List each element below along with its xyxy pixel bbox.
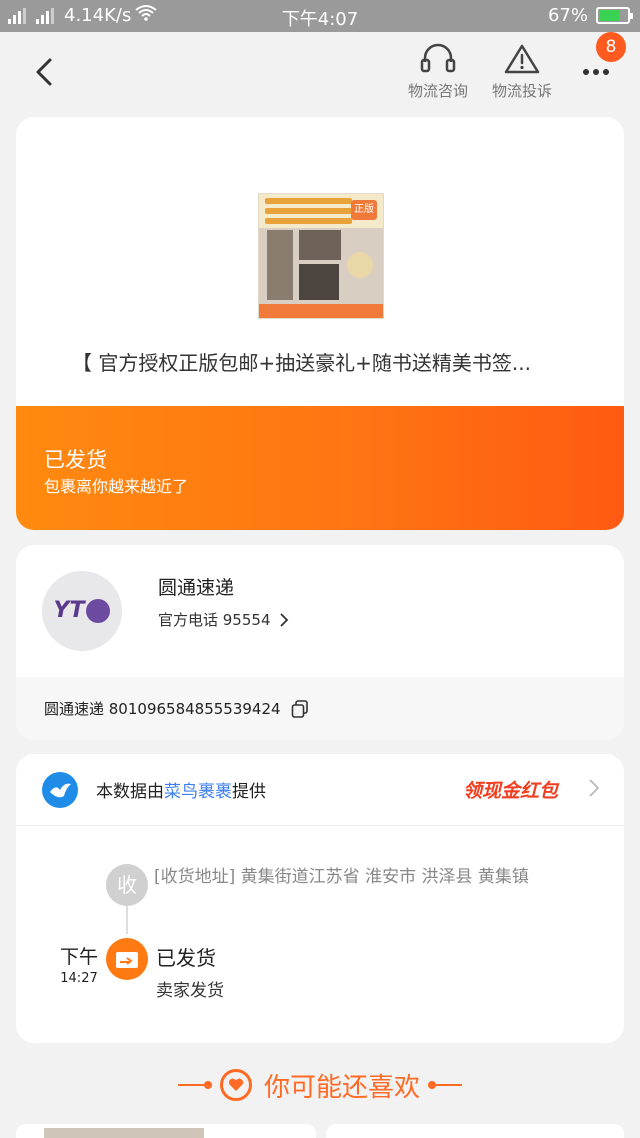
cash-redpacket-link[interactable]: 领现金红包	[463, 776, 558, 803]
battery-percent: 67%	[547, 5, 588, 26]
event-title: 已发货	[156, 946, 216, 970]
divider	[428, 1081, 462, 1089]
recommend-item[interactable]	[16, 1124, 316, 1138]
tracking-card: 本数据由 菜鸟裹裹 提供 领现金红包 收 [收货地址] 黄集街道江苏省 淮安市 洪泽…	[16, 754, 624, 1043]
headset-icon	[420, 43, 456, 73]
product-thumbnail[interactable]: 正版	[258, 193, 384, 319]
more-button[interactable]	[578, 56, 622, 96]
shipment-status: 已发货	[44, 448, 107, 472]
data-source-suffix: 提供	[232, 782, 266, 802]
shipment-status-banner: 已发货 包裹离你越来越近了	[16, 406, 624, 530]
logistics-complaint-button[interactable]: 物流投诉	[482, 42, 562, 101]
product-card[interactable]: 正版 【 官方授权正版包邮+抽送豪礼+随书送精美书签... 已发货 包裹离你越来…	[16, 117, 624, 530]
shipped-node	[106, 938, 148, 980]
battery-icon	[596, 7, 633, 24]
recommend-title: 你可能还喜欢	[263, 1072, 420, 1103]
receive-node: 收	[106, 864, 148, 906]
event-desc: 卖家发货	[156, 981, 224, 1001]
divider	[177, 1081, 212, 1089]
warning-icon	[504, 44, 540, 74]
notification-badge: 8	[596, 32, 626, 62]
copy-icon[interactable]	[291, 699, 309, 718]
status-bar: 4.14K/s 下午4:07 67%	[0, 0, 640, 32]
clock: 下午4:07	[281, 9, 359, 30]
more-dots-icon	[583, 69, 609, 75]
chevron-left-icon	[36, 58, 52, 86]
shipment-desc: 包裹离你越来越近了	[44, 477, 189, 496]
chevron-right-icon	[279, 612, 288, 627]
receive-address: [收货地址] 黄集街道江苏省 淮安市 洪泽县 黄集镇	[154, 867, 529, 887]
recommend-item[interactable]	[326, 1124, 624, 1138]
logistics-consult-button[interactable]: 物流咨询	[398, 42, 478, 101]
event-day: 下午	[59, 946, 98, 968]
chevron-right-icon	[589, 779, 600, 797]
courier-card: YT 圆通速递 官方电话 95554 圆通速递 8010965848555394…	[16, 545, 624, 740]
event-time: 下午 14:27	[54, 942, 104, 986]
product-title: 【 官方授权正版包邮+抽送豪礼+随书送精美书签...	[72, 351, 531, 375]
status-right: 67%	[547, 5, 633, 26]
back-button[interactable]	[28, 54, 64, 90]
courier-phone: 官方电话 95554	[158, 611, 271, 629]
shipped-box-icon	[116, 951, 138, 968]
data-source-prefix: 本数据由	[96, 782, 164, 802]
logistics-complaint-label: 物流投诉	[491, 82, 552, 100]
data-source-row[interactable]: 本数据由 菜鸟裹裹 提供 领现金红包	[16, 754, 624, 826]
courier-name: 圆通速递	[158, 577, 235, 599]
event-clock: 14:27	[60, 971, 98, 986]
thumb-tag: 正版	[351, 200, 377, 220]
tracking-number: 圆通速递 801096584855539424	[44, 700, 281, 718]
courier-phone-link[interactable]: 官方电话 95554	[158, 609, 289, 630]
tracking-number-row: 圆通速递 801096584855539424	[16, 677, 624, 740]
logistics-consult-label: 物流咨询	[407, 82, 468, 100]
heart-icon	[219, 1069, 252, 1101]
recommend-header: 你可能还喜欢	[0, 1062, 640, 1108]
cainiao-bird-icon	[42, 771, 78, 808]
header: 物流咨询 物流投诉 8	[0, 32, 640, 110]
data-source-name: 菜鸟裹裹	[164, 782, 232, 802]
courier-logo: YT	[42, 571, 122, 651]
